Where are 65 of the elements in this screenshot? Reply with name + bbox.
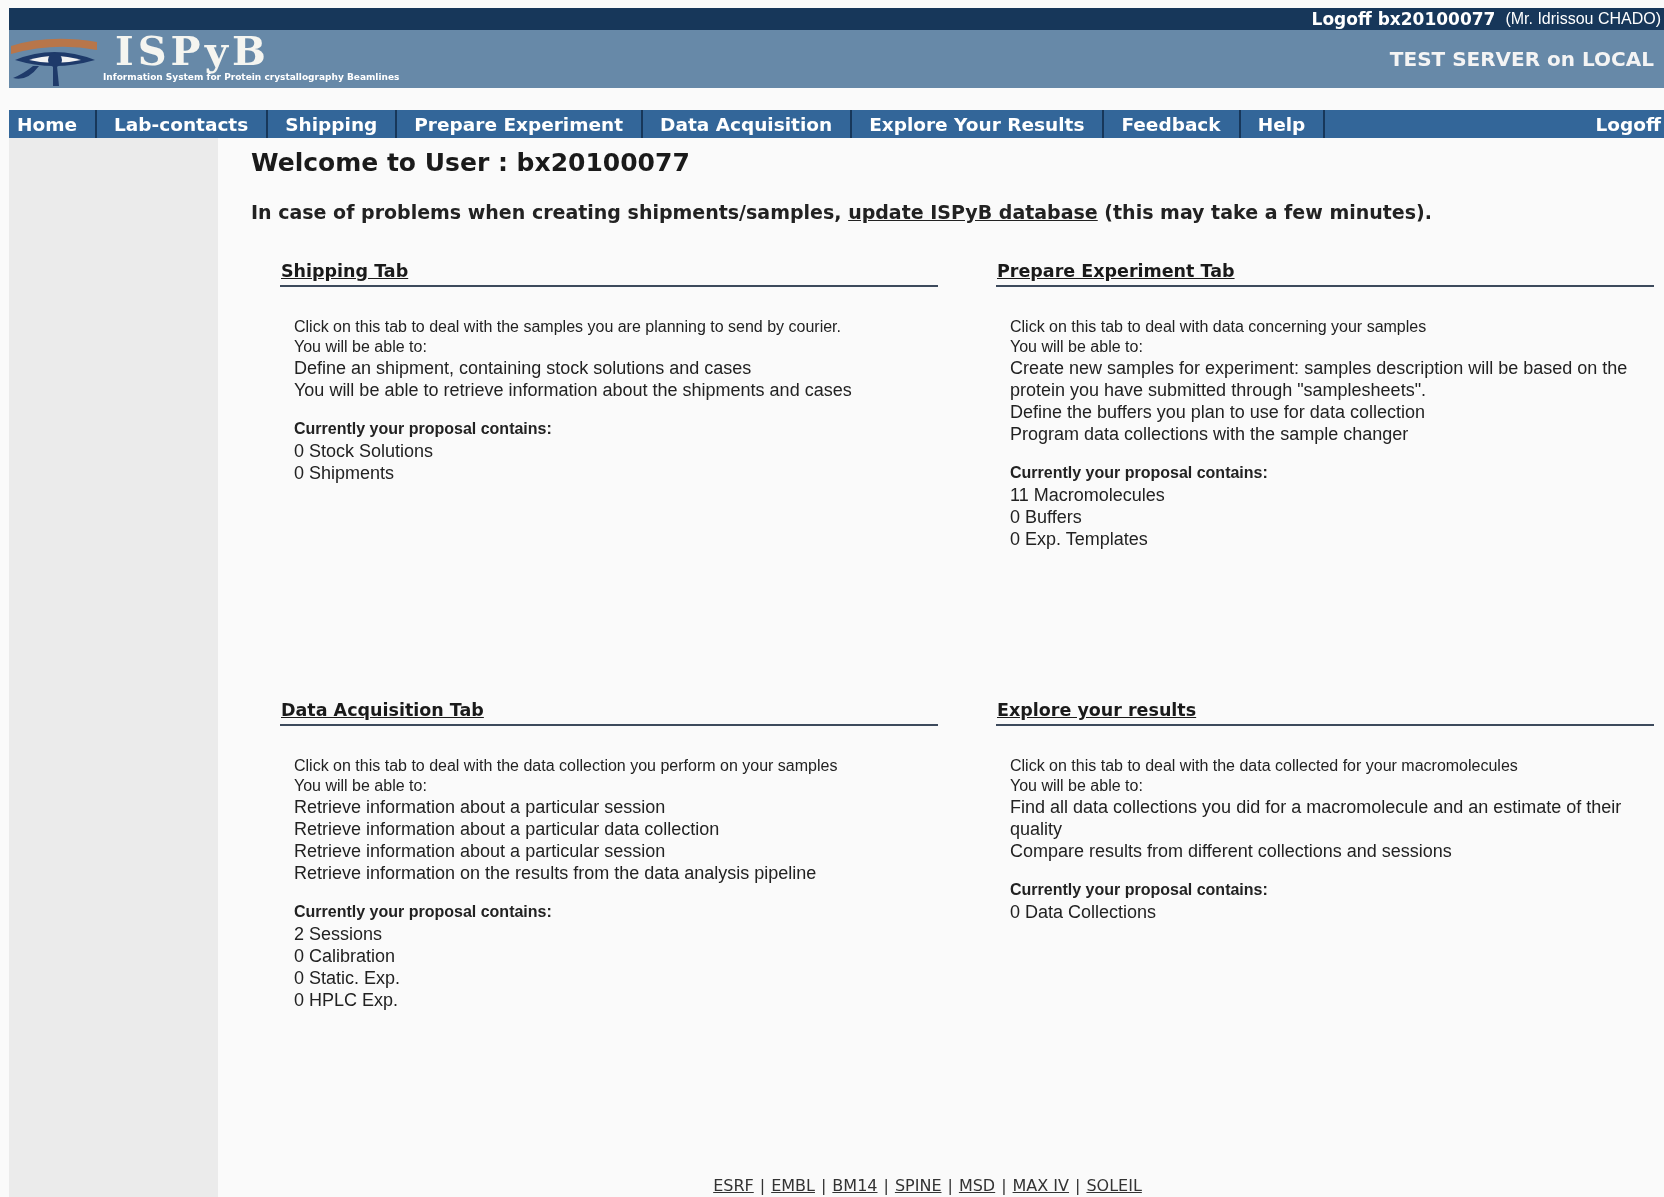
update-database-link[interactable]: update ISPyB database xyxy=(848,201,1098,223)
footer-link[interactable]: SPINE xyxy=(894,1176,942,1195)
summary-count: 0 Static. Exp. xyxy=(294,967,402,989)
intro-text: Click on this tab to deal with the data collection you perform on your samples xyxy=(294,756,839,776)
logoff-link[interactable]: Logoff xyxy=(1595,110,1661,138)
summary-count: 0 Calibration xyxy=(294,945,397,967)
logo-title: ISPyB xyxy=(115,30,270,72)
footer-link[interactable]: SOLEIL xyxy=(1086,1176,1142,1195)
feature-text: Define the buffers you plan to use for data collection xyxy=(1010,401,1426,423)
summary-title: Currently your proposal contains: xyxy=(1010,463,1269,483)
feature-text: Program data collections with the sample changer xyxy=(1010,423,1410,445)
summary-count: 0 Stock Solutions xyxy=(294,440,435,462)
intro-text: Click on this tab to deal with the samples you are planning to send by courier. xyxy=(294,317,842,337)
notice-text: In case of problems when creating shipments/samples, update ISPyB database (this may take a few minutes). xyxy=(251,201,1433,223)
server-label: TEST SERVER on LOCAL xyxy=(1389,47,1654,71)
intro-text: You will be able to: xyxy=(294,776,428,796)
separator: | xyxy=(1075,1176,1081,1195)
section-heading[interactable]: Data Acquisition Tab xyxy=(280,700,938,726)
nav-tab[interactable]: Help xyxy=(1240,110,1326,138)
separator: | xyxy=(1001,1176,1007,1195)
summary-count: 0 Exp. Templates xyxy=(1010,528,1149,550)
summary-title: Currently your proposal contains: xyxy=(294,902,553,922)
nav-tab[interactable]: Data Acquisition xyxy=(643,110,853,138)
feature-text: Retrieve information about a particular session xyxy=(294,796,667,818)
summary-count: 0 Buffers xyxy=(1010,506,1083,528)
nav-tab[interactable]: Explore Your Results xyxy=(852,110,1105,138)
section-heading[interactable]: Explore your results xyxy=(996,700,1654,726)
logo-subtitle: Information System for Protein crystallography Beamlines xyxy=(103,72,400,82)
intro-text: Click on this tab to deal with data concerning your samples xyxy=(1010,317,1428,337)
user-name: (Mr. Idrissou CHADO) xyxy=(1505,10,1661,28)
section-heading[interactable]: Prepare Experiment Tab xyxy=(996,261,1654,287)
nav-tab[interactable]: Prepare Experiment xyxy=(397,110,644,138)
intro-text: You will be able to: xyxy=(294,337,428,357)
logoff-link[interactable]: Logoff bx20100077 xyxy=(1311,9,1496,29)
welcome-title: Welcome to User : bx20100077 xyxy=(251,148,691,177)
section-heading[interactable]: Shipping Tab xyxy=(280,261,938,287)
intro-text: Click on this tab to deal with the data collected for your macromolecules xyxy=(1010,756,1519,776)
footer-link[interactable]: EMBL xyxy=(771,1176,815,1195)
summary-count: 0 Data Collections xyxy=(1010,901,1158,923)
intro-text: You will be able to: xyxy=(1010,337,1144,357)
footer-link[interactable]: MAX IV xyxy=(1012,1176,1070,1195)
feature-text: Create new samples for experiment: samples description will be based on the protein you have submitted through "samplesheets". xyxy=(1010,357,1629,401)
feature-text: Define an shipment, containing stock solutions and cases xyxy=(294,357,753,379)
summary-count: 0 Shipments xyxy=(294,462,396,484)
separator: | xyxy=(820,1176,827,1195)
footer-link[interactable]: MSD xyxy=(958,1176,996,1195)
intro-text: You will be able to: xyxy=(1010,776,1144,796)
separator: | xyxy=(947,1176,953,1195)
summary-count: 0 HPLC Exp. xyxy=(294,989,400,1011)
feature-text: You will be able to retrieve information about the shipments and cases xyxy=(294,379,853,401)
summary-count: 11 Macromolecules xyxy=(1010,484,1166,506)
footer-link[interactable]: ESRF xyxy=(713,1176,754,1195)
feature-text: Retrieve information about a particular session xyxy=(294,840,667,862)
separator: | xyxy=(759,1176,766,1195)
summary-title: Currently your proposal contains: xyxy=(1010,880,1269,900)
separator: | xyxy=(883,1176,889,1195)
nav-tab[interactable]: Shipping xyxy=(268,110,398,138)
footer-link[interactable]: BM14 xyxy=(832,1176,878,1195)
summary-title: Currently your proposal contains: xyxy=(294,419,553,439)
feature-text: Retrieve information about a particular data collection xyxy=(294,818,721,840)
feature-text: Retrieve information on the results from the data analysis pipeline xyxy=(294,862,818,884)
feature-text: Find all data collections you did for a macromolecule and an estimate of their quality xyxy=(1010,796,1623,840)
nav-tab[interactable]: Feedback xyxy=(1104,110,1241,138)
feature-text: Compare results from different collections and sessions xyxy=(1010,840,1453,862)
summary-count: 2 Sessions xyxy=(294,923,384,945)
